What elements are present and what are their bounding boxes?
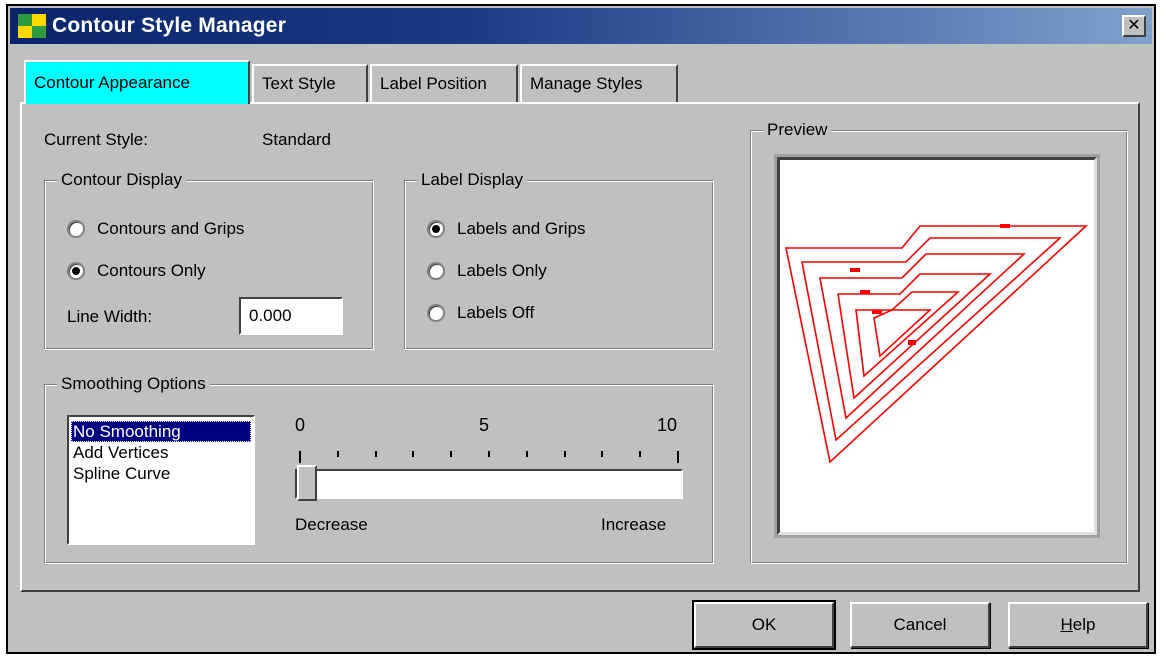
contour-app-icon [18, 14, 46, 38]
close-button[interactable]: ✕ [1122, 15, 1146, 37]
slider-tick [336, 451, 339, 457]
slider-tick [563, 451, 566, 457]
slider-min-label: 0 [295, 415, 306, 435]
radio-label: Labels Off [457, 303, 535, 322]
smoothing-slider-thumb[interactable] [297, 465, 317, 501]
tab-label: Contour Appearance [34, 73, 190, 92]
line-width-input[interactable]: 0.000 [239, 297, 343, 335]
title-bar[interactable]: Contour Style Manager ✕ [10, 8, 1152, 44]
radio-label: Labels Only [457, 261, 547, 280]
slider-tick [639, 451, 642, 457]
smoothing-slider-track[interactable] [295, 469, 683, 499]
tab-label: Label Position [380, 74, 487, 93]
slider-mid-label: 5 [479, 415, 490, 435]
ok-button-label: OK [751, 615, 777, 634]
tab-contour-appearance[interactable]: Contour Appearance [24, 60, 250, 104]
help-button[interactable]: Help [1008, 602, 1148, 648]
grip [872, 310, 882, 314]
slider-tick [601, 451, 604, 457]
contour-display-group: Contour Display Contours and Grips Conto… [44, 169, 374, 350]
radio-button[interactable] [427, 220, 445, 238]
slider-tick [488, 451, 490, 457]
list-item-spline-curve[interactable]: Spline Curve [71, 463, 251, 484]
tab-text-style[interactable]: Text Style [252, 64, 368, 102]
contour-preview-graphic [785, 224, 1089, 464]
radio-label: Contours Only [97, 261, 206, 280]
radio-button[interactable] [67, 220, 85, 238]
decrease-label: Decrease [295, 515, 368, 534]
contour-line-5 [855, 291, 961, 378]
radio-button[interactable] [67, 262, 85, 280]
grip [860, 290, 870, 294]
label-display-group: Label Display Labels and Grips Labels On… [404, 169, 714, 350]
ok-button[interactable]: OK [692, 600, 836, 650]
grip [1000, 224, 1010, 228]
radio-labels-off[interactable]: Labels Off [427, 303, 534, 323]
tab-label: Text Style [262, 74, 336, 93]
radio-contours-and-grips[interactable]: Contours and Grips [67, 219, 244, 239]
slider-tick [412, 451, 415, 457]
slider-tick [677, 451, 679, 463]
radio-button[interactable] [427, 262, 445, 280]
contour-lines [785, 225, 1089, 464]
list-item-add-vertices[interactable]: Add Vertices [71, 442, 251, 463]
slider-tick [299, 451, 301, 463]
radio-label: Contours and Grips [97, 219, 245, 238]
smoothing-options-title: Smoothing Options [57, 373, 210, 395]
tab-label-position[interactable]: Label Position [370, 64, 518, 102]
tab-panel-contour-appearance: Current Style: Standard Contour Display … [20, 102, 1140, 592]
window-title: Contour Style Manager [52, 14, 287, 37]
radio-labels-only[interactable]: Labels Only [427, 261, 547, 281]
contour-style-manager-window: Contour Style Manager ✕ Contour Appearan… [6, 4, 1156, 654]
tab-manage-styles[interactable]: Manage Styles [520, 64, 678, 102]
cancel-button-label: Cancel [893, 615, 947, 634]
current-style-label: Current Style: [44, 130, 148, 149]
label-display-title: Label Display [417, 169, 528, 191]
radio-label: Labels and Grips [457, 219, 586, 238]
preview-title: Preview [763, 119, 832, 141]
grip [908, 340, 916, 345]
smoothing-options-group: Smoothing Options No Smoothing Add Verti… [44, 373, 714, 564]
current-style-value: Standard [262, 130, 331, 149]
radio-contours-only[interactable]: Contours Only [67, 261, 206, 281]
slider-tick [525, 451, 528, 457]
radio-labels-and-grips[interactable]: Labels and Grips [427, 219, 586, 239]
contour-grips [850, 224, 1010, 345]
list-item-no-smoothing[interactable]: No Smoothing [71, 421, 251, 442]
slider-max-label: 10 [657, 415, 678, 435]
slider-tick [450, 451, 453, 457]
line-width-label: Line Width: [67, 307, 153, 326]
smoothing-listbox[interactable]: No Smoothing Add Vertices Spline Curve [67, 415, 255, 545]
preview-group: Preview [750, 119, 1128, 564]
tab-label: Manage Styles [530, 74, 643, 93]
help-button-label: Help [1060, 615, 1096, 634]
cancel-button[interactable]: Cancel [850, 602, 990, 648]
line-width-value: 0.000 [249, 306, 292, 325]
grip [850, 268, 860, 272]
increase-label: Increase [601, 515, 667, 534]
preview-canvas [777, 157, 1097, 535]
radio-button[interactable] [427, 304, 445, 322]
contour-display-title: Contour Display [57, 169, 186, 191]
slider-tick [374, 451, 377, 457]
close-icon: ✕ [1127, 17, 1141, 34]
